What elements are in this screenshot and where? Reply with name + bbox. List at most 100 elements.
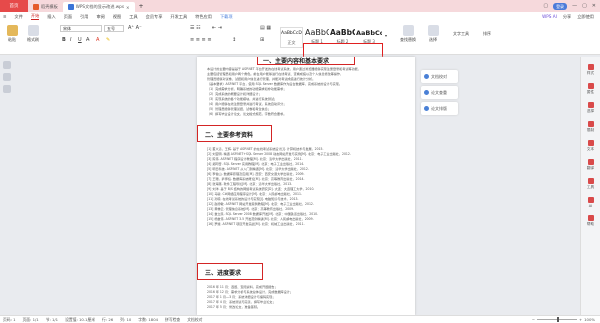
float-label: 文档校对: [431, 73, 447, 79]
underline-icon[interactable]: U: [78, 37, 82, 43]
menu-tools[interactable]: 工具: [129, 14, 137, 20]
zoom-out-icon[interactable]: −: [532, 317, 535, 322]
status-page[interactable]: 页码: 1: [3, 317, 16, 323]
window-icon[interactable]: ▢: [543, 3, 548, 9]
select-button[interactable]: 选择: [424, 25, 442, 43]
doc-proofread-button[interactable]: 文档校对: [421, 70, 458, 83]
tab-template[interactable]: 稻壳模板: [28, 2, 63, 12]
menu-downloads[interactable]: 下载项: [220, 14, 233, 20]
zoom-level[interactable]: 100%: [584, 317, 595, 322]
menu-view[interactable]: 视图: [113, 14, 121, 20]
rightbar-label: AI: [588, 204, 593, 208]
rightbar-text[interactable]: 文本: [581, 140, 600, 152]
document-page[interactable]: 一、主要内容和基本要求 本设计的主要内容是基于 ASP.NET 平台开发的在线考…: [197, 57, 415, 315]
italic-icon[interactable]: I: [70, 37, 71, 43]
bullet-list-icon[interactable]: ☰ ☷: [190, 25, 201, 31]
rightbar-select[interactable]: 选择: [581, 102, 600, 114]
doc-check-toggle[interactable]: 文档校对: [187, 317, 202, 323]
close-window-icon[interactable]: ✕: [592, 3, 596, 9]
right-sidebar: 样式 属性 选择 限制 文本 翻译 工具 AI 帮助: [580, 57, 600, 315]
font-family-select[interactable]: 宋体: [60, 25, 102, 32]
zoom-slider[interactable]: [536, 317, 577, 322]
search-icon: [402, 25, 414, 36]
spell-check-toggle[interactable]: 拼写检查: [165, 317, 180, 323]
rightbar-properties[interactable]: 属性: [581, 83, 600, 95]
tools-icon: [587, 178, 594, 184]
rightbar-restrict[interactable]: 限制: [581, 121, 600, 133]
reference-line: [16] 罗斌. ASP.NET 项目开发实战[M]. 北京：机械工业出版社，2…: [207, 222, 305, 226]
rightbar-label: 工具: [586, 185, 595, 189]
font-size-select[interactable]: 五号: [104, 25, 124, 32]
rightbar-label: 选择: [586, 109, 595, 113]
menu-references[interactable]: 引用: [80, 14, 88, 20]
find-replace-button[interactable]: 查找替换: [396, 25, 420, 43]
rightbar-styles[interactable]: 样式: [581, 64, 600, 76]
check-icon: [424, 90, 429, 95]
status-position: 设置值: 10.1厘米: [65, 316, 96, 322]
menu-features[interactable]: 特色应用: [195, 14, 212, 20]
hamburger-icon[interactable]: ≡: [3, 14, 7, 19]
style-sample: AaBbC: [305, 28, 329, 37]
menu-file[interactable]: 文件: [15, 14, 23, 20]
schedule-line: 2017 年 5 月：修改论文，准备答辩。: [207, 305, 261, 309]
ai-icon: [587, 197, 594, 203]
shading-icon[interactable]: ▤ ▦: [260, 25, 271, 31]
text-tools-button[interactable]: 文字工具: [448, 31, 474, 37]
plagiarism-check-button[interactable]: 论文查重: [421, 86, 458, 99]
status-word-count[interactable]: 字数: 1804: [138, 317, 158, 323]
maximize-icon[interactable]: ▢: [582, 3, 587, 9]
border-icon[interactable]: ⊞: [260, 37, 264, 43]
rightbar-label: 帮助: [586, 222, 595, 226]
rightbar-label: 样式: [586, 71, 595, 75]
zoom-slider-handle[interactable]: [556, 317, 559, 322]
sort-button[interactable]: 排序: [478, 31, 496, 37]
tab-document[interactable]: WPS文档的显示改进.wps ×: [62, 2, 135, 12]
minimize-icon[interactable]: —: [572, 3, 577, 9]
paste-button[interactable]: 粘贴: [4, 25, 20, 43]
close-icon[interactable]: ×: [126, 5, 130, 10]
rightbar-label: 属性: [586, 90, 595, 94]
rightbar-ai[interactable]: AI: [581, 197, 600, 208]
use-now-button[interactable]: 立即使用: [577, 14, 594, 20]
ribbon: 粘贴 格式刷 宋体 五号 A⁺ A⁻ B I U A̶ A ✎ ☰ ☷ ⇤ ⇥ …: [0, 21, 600, 69]
menu-home[interactable]: 开始: [30, 13, 40, 20]
translate-icon: [587, 159, 594, 165]
comment-icon[interactable]: [3, 85, 11, 93]
outline-icon[interactable]: [3, 61, 11, 69]
align-icons[interactable]: ≡ ≡ ≡ ≡: [190, 37, 212, 43]
template-icon: [33, 4, 39, 10]
line-spacing-icon[interactable]: ↕: [232, 37, 236, 43]
style-sample: AaBbCc: [356, 29, 382, 37]
style-normal[interactable]: AaBbCcDd 正文: [280, 27, 303, 48]
zoom-in-icon[interactable]: +: [579, 317, 582, 322]
indent-icon[interactable]: ⇤ ⇥: [212, 25, 222, 31]
word-doc-icon: [67, 4, 74, 10]
bold-icon[interactable]: B: [62, 37, 66, 43]
menu-developer[interactable]: 开发工具: [170, 14, 187, 20]
format-painter-button[interactable]: 格式刷: [24, 25, 42, 43]
strikethrough-icon[interactable]: A̶: [86, 37, 89, 43]
menu-insert[interactable]: 插入: [47, 14, 55, 20]
menu-page[interactable]: 页面: [64, 14, 72, 20]
highlight-icon[interactable]: ✎: [106, 37, 110, 43]
login-button[interactable]: 登录: [553, 2, 568, 10]
status-pages[interactable]: 页面: 1/1: [23, 317, 39, 323]
style-sample: AaBbC: [330, 28, 355, 37]
rightbar-tools[interactable]: 工具: [581, 178, 600, 190]
menu-review[interactable]: 审阅: [96, 14, 104, 20]
new-tab-button[interactable]: +: [139, 3, 144, 10]
rightbar-help[interactable]: 帮助: [581, 215, 600, 227]
font-color-icon[interactable]: A: [96, 37, 99, 43]
tab-label: WPS文档的显示改进.wps: [75, 4, 124, 9]
wps-ai-button[interactable]: WPS AI: [542, 14, 557, 19]
bookmark-icon[interactable]: [3, 73, 11, 81]
share-button[interactable]: 分享: [563, 14, 571, 20]
rightbar-translate[interactable]: 翻译: [581, 159, 600, 171]
text-icon: [587, 140, 594, 146]
menu-member[interactable]: 会员专享: [146, 14, 163, 20]
styles-more-icon[interactable]: ▾: [385, 33, 387, 38]
thesis-format-button[interactable]: 论文排版: [421, 102, 458, 115]
left-navigation: [1, 57, 13, 97]
grow-font-icon[interactable]: A⁺ A⁻: [128, 25, 142, 31]
home-tab[interactable]: 首页: [0, 0, 28, 12]
